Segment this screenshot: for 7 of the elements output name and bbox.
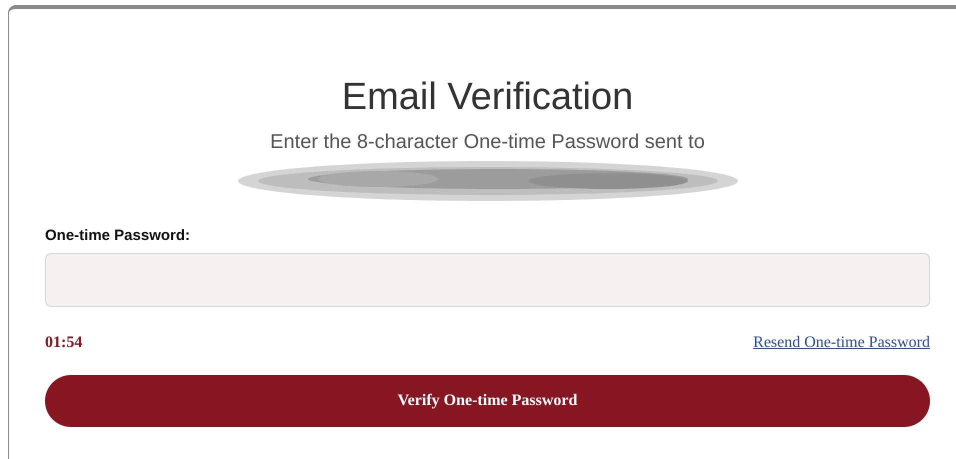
countdown-timer: 01:54 [45, 333, 82, 354]
instruction-text: Enter the 8-character One-time Password sent to [269, 130, 706, 155]
resend-link[interactable]: Resend One-time Password [753, 331, 930, 356]
password-field[interactable] [45, 253, 930, 308]
verify-button[interactable]: Verify One-time Password [45, 375, 930, 428]
page-title: Email Verification [340, 75, 634, 120]
field-label: One-time Password: [45, 226, 192, 246]
